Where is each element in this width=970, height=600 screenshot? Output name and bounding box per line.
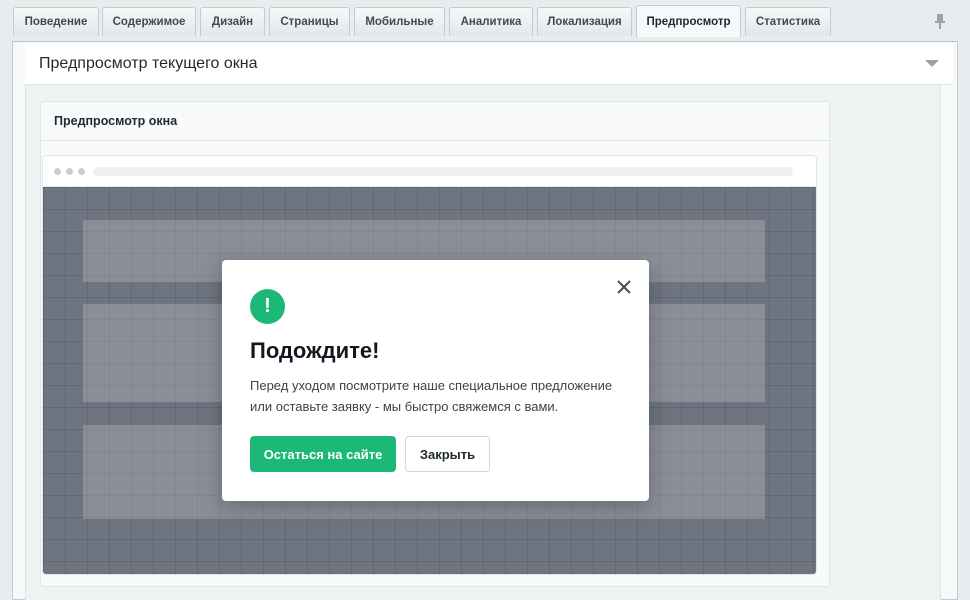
window-dot-icon [78, 168, 85, 175]
section-title: Предпросмотр текущего окна [39, 55, 258, 72]
tab-statistics[interactable]: Статистика [745, 7, 831, 36]
close-icon[interactable] [615, 278, 633, 296]
stay-on-site-button[interactable]: Остаться на сайте [250, 436, 396, 472]
section-header[interactable]: Предпросмотр текущего окна [25, 43, 953, 85]
card-header: Предпросмотр окна [41, 102, 829, 141]
browser-toolbar [43, 156, 816, 187]
tab-behavior[interactable]: Поведение [13, 7, 99, 36]
tab-content[interactable]: Содержимое [102, 7, 196, 36]
exclamation-icon: ! [250, 289, 285, 324]
tab-design[interactable]: Дизайн [200, 7, 265, 36]
window-dot-icon [54, 168, 61, 175]
window-dot-icon [66, 168, 73, 175]
modal-title: Подождите! [250, 338, 380, 363]
modal-message: Перед уходом посмотрите наше специальное… [250, 378, 613, 414]
close-button[interactable]: Закрыть [405, 436, 490, 472]
address-bar-placeholder [93, 167, 793, 176]
tab-preview[interactable]: Предпросмотр [636, 5, 741, 37]
tab-bar: Поведение Содержимое Дизайн Страницы Моб… [0, 0, 970, 42]
tab-mobile[interactable]: Мобильные [354, 7, 445, 36]
collapse-arrow-icon[interactable] [925, 60, 939, 67]
pin-icon[interactable] [934, 13, 946, 29]
tab-analytics[interactable]: Аналитика [449, 7, 533, 36]
card-title: Предпросмотр окна [54, 114, 178, 128]
tab-localization[interactable]: Локализация [537, 7, 632, 36]
exit-intent-modal: ! Подождите! Перед уходом посмотрите наш… [222, 260, 649, 501]
tab-pages[interactable]: Страницы [269, 7, 350, 36]
